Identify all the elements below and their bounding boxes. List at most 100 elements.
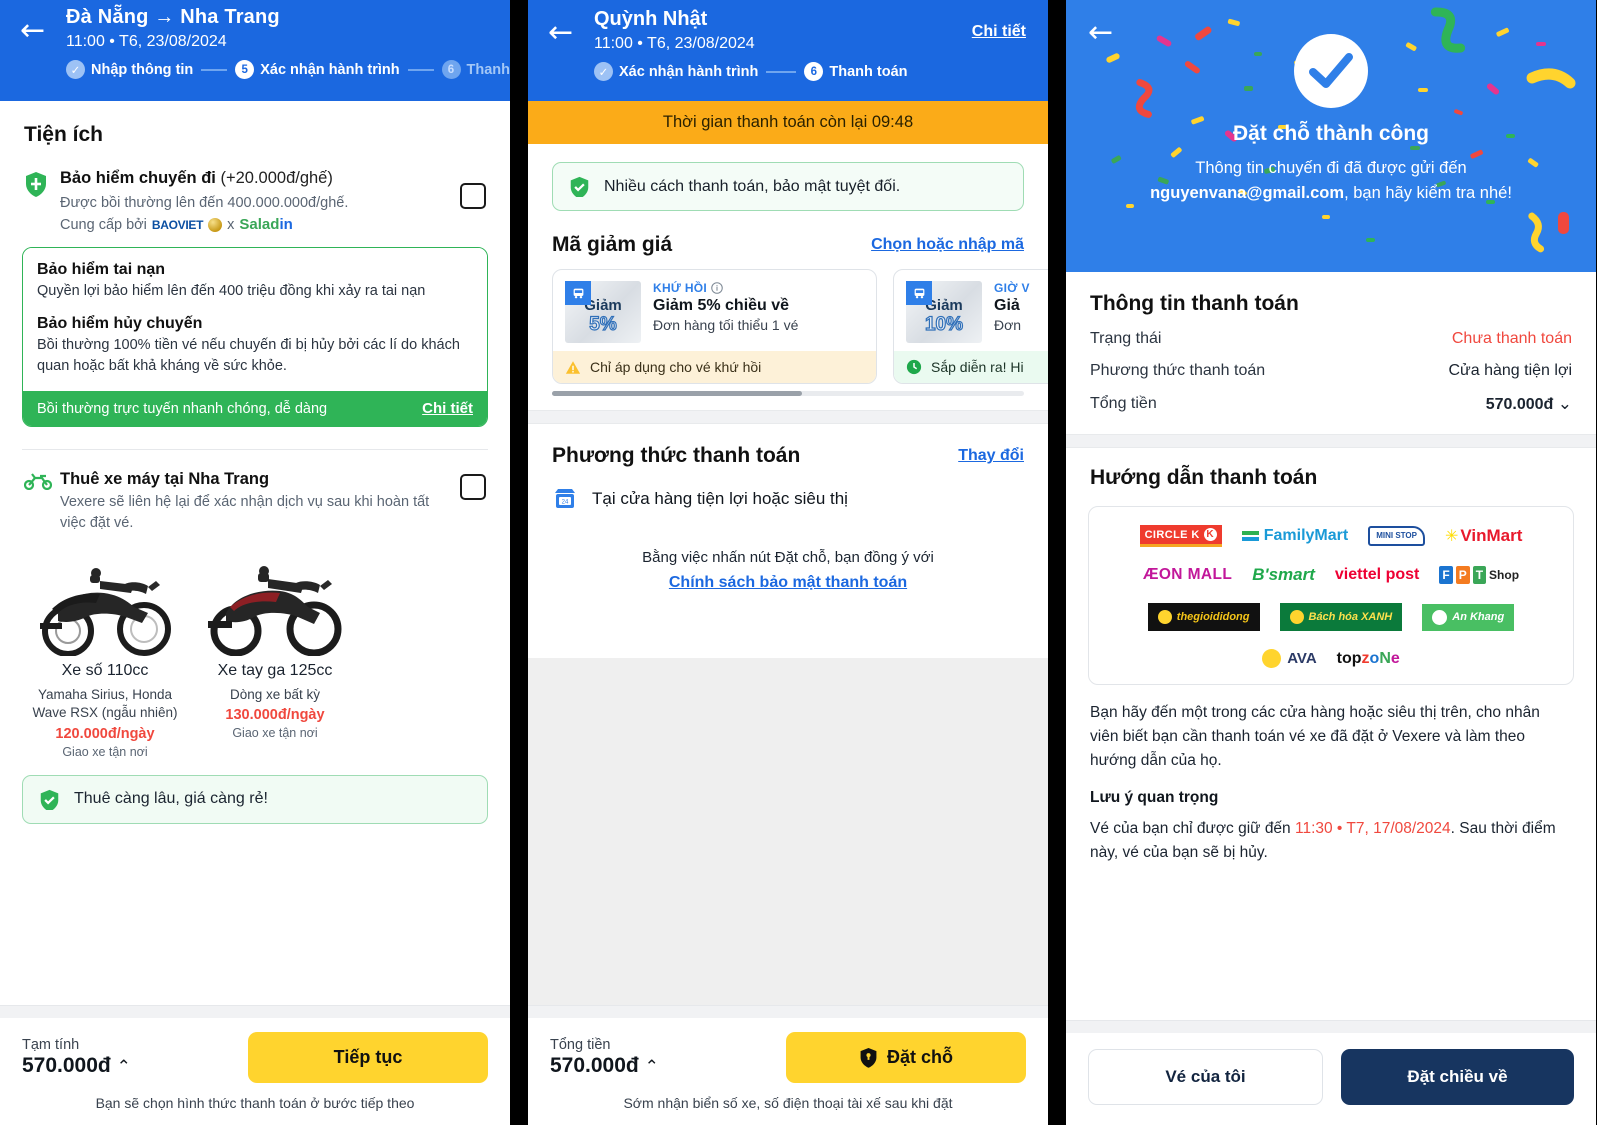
detail-link[interactable]: Chi tiết xyxy=(972,23,1026,41)
panel3-header: ← Đặt chỗ thành công Thông tin chuyến đi… xyxy=(1066,0,1596,272)
privacy-policy-link[interactable]: Chính sách bảo mật thanh toán xyxy=(558,570,1018,596)
voucher-card[interactable]: Giảm 10% GIỜ V Giả Đơn Sắp diễn ra! Hi xyxy=(893,269,1048,384)
panel2-bottom-bar: Tổng tiền 570.000đ ⌃ Đặt chỗ Sớm nhận bi… xyxy=(528,1005,1048,1125)
insurance-benefits-card: Bảo hiểm tai nạn Quyền lợi bảo hiểm lên … xyxy=(22,247,488,428)
book-seat-button[interactable]: Đặt chỗ xyxy=(786,1032,1026,1083)
terms-agreement: Bằng việc nhấn nút Đặt chỗ, bạn đồng ý v… xyxy=(528,546,1048,596)
motorbike-card[interactable]: Xe số 110cc Yamaha Sirius, Honda Wave RS… xyxy=(20,544,190,759)
info-row-total[interactable]: Tổng tiền 570.000đ ⌄ xyxy=(1090,394,1572,414)
chevron-up-icon[interactable]: ⌃ xyxy=(117,1057,131,1077)
section-band xyxy=(528,410,1048,424)
shield-check-icon xyxy=(40,789,59,810)
book-return-button[interactable]: Đặt chiều về xyxy=(1341,1049,1574,1105)
voucher-thumb-percent: 5% xyxy=(589,314,618,335)
step-item-2[interactable]: 6 Thanh toán xyxy=(804,62,908,81)
voucher-desc: Đơn xyxy=(994,317,1022,333)
motorbike-price: 130.000đ/ngày xyxy=(225,707,325,724)
shield-icon xyxy=(860,1048,877,1068)
motorbike-photo xyxy=(190,544,360,657)
insurance-title-line: Bảo hiểm chuyến đi (+20.000đ/ghế) xyxy=(60,169,452,188)
trip-datetime: 11:00 • T6, 23/08/2024 xyxy=(66,33,227,50)
step-label: Nhập thông tin xyxy=(91,61,194,78)
clock-icon xyxy=(906,359,922,375)
step-item-1[interactable]: ✓ Nhập thông tin xyxy=(66,60,193,79)
voucher-tag: GIỜ V xyxy=(994,281,1030,295)
motorbike-name: Xe số 110cc xyxy=(61,662,149,680)
my-tickets-button[interactable]: Vé của tôi xyxy=(1088,1049,1323,1105)
warning-icon xyxy=(565,360,581,374)
important-note-body: Vé của bạn chỉ được giữ đến 11:30 • T7, … xyxy=(1066,817,1596,865)
subtotal-amount: 570.000đ ⌃ xyxy=(22,1054,131,1077)
voucher-scrollbar[interactable] xyxy=(552,391,1024,396)
benefit-2-title: Bảo hiểm hủy chuyến xyxy=(37,315,203,333)
baoviet-globe-icon xyxy=(208,217,223,232)
saladin-logo: Saladin xyxy=(239,216,293,234)
user-email: nguyenvana@gmail.com xyxy=(1150,183,1345,202)
svg-text:24: 24 xyxy=(562,500,569,506)
info-icon xyxy=(711,282,723,294)
voucher-section-header: Mã giảm giá Chọn hoặc nhập mã xyxy=(528,233,1048,257)
voucher-title: Giả xyxy=(994,297,1020,314)
bottom-bar-divider xyxy=(528,1005,1048,1018)
voucher-card[interactable]: Giảm 5% KHỨ HỒI Giảm 5% chiều về Đơn hàn… xyxy=(552,269,877,384)
motorbike-card[interactable]: Xe tay ga 125cc Dòng xe bất kỳ 130.000đ/… xyxy=(190,544,360,758)
insurance-detail-link[interactable]: Chi tiết xyxy=(422,400,473,417)
step-item-2[interactable]: 5 Xác nhận hành trình xyxy=(235,60,400,79)
info-row-status: Trạng thái Chưa thanh toán xyxy=(1090,330,1572,348)
payment-info-title: Thông tin thanh toán xyxy=(1090,292,1299,315)
total-label: Tổng tiền xyxy=(550,1037,611,1053)
benefit-1-desc: Quyền lợi bảo hiểm lên đến 400 triệu đồn… xyxy=(37,283,426,300)
step-item-3[interactable]: 6 Thanh xyxy=(441,60,510,79)
provided-by-label: Cung cấp bởi xyxy=(60,216,147,233)
voucher-scrollbar-thumb[interactable] xyxy=(552,391,802,396)
voucher-thumbnail: Giảm 5% xyxy=(565,281,641,343)
row-value: Cửa hàng tiện lợi xyxy=(1448,362,1573,379)
voucher-title: Giảm 5% chiều về xyxy=(653,297,790,314)
chevron-down-icon[interactable]: ⌄ xyxy=(1558,394,1572,414)
insurance-price: (+20.000đ/ghế) xyxy=(220,169,333,187)
subtotal-block[interactable]: Tạm tính 570.000đ ⌃ xyxy=(22,1037,131,1078)
voucher-carousel[interactable]: Giảm 5% KHỨ HỒI Giảm 5% chiều về Đơn hàn… xyxy=(528,269,1048,384)
back-arrow-icon[interactable]: ← xyxy=(1088,18,1113,48)
payment-countdown: Thời gian thanh toán còn lại 09:48 xyxy=(528,101,1048,144)
success-subtitle: Thông tin chuyến đi đã được gửi đến nguy… xyxy=(1066,156,1596,206)
voucher-desc: Đơn hàng tối thiểu 1 vé xyxy=(653,317,799,333)
change-payment-link[interactable]: Thay đổi xyxy=(958,447,1024,465)
bsmart-logo: B'smart xyxy=(1252,565,1315,584)
bachhoaxanh-logo: Bách hóa XANH xyxy=(1279,603,1403,631)
payment-method-row[interactable]: 24 Tại cửa hàng tiện lợi hoặc siêu thị xyxy=(528,486,1048,512)
step-connector xyxy=(766,70,797,73)
motorbike-delivery-note: Giao xe tận nơi xyxy=(62,744,148,759)
convenience-store-icon: 24 xyxy=(552,486,578,512)
insurance-checkbox[interactable] xyxy=(460,183,486,209)
voucher-footer: Sắp diễn ra! Hi xyxy=(894,351,1048,383)
back-arrow-icon[interactable]: ← xyxy=(548,18,573,48)
shield-icon xyxy=(24,169,54,233)
fptshop-logo: F P T Shop xyxy=(1439,566,1519,584)
benefit-2-desc: Bồi thường 100% tiền vé nếu chuyến đi bị… xyxy=(37,337,460,375)
insurance-option-row[interactable]: Bảo hiểm chuyến đi (+20.000đ/ghế) Được b… xyxy=(0,169,510,233)
motorbike-checkbox[interactable] xyxy=(460,474,486,501)
panel-trip-addons: ← Đà Nẵng → Nha Trang 11:00 • T6, 23/08/… xyxy=(0,0,510,1125)
back-arrow-icon[interactable]: ← xyxy=(20,16,45,46)
row-label: Phương thức thanh toán xyxy=(1090,362,1266,379)
motorbike-option-row[interactable]: Thuê xe máy tại Nha Trang Vexere sẽ liên… xyxy=(0,470,510,534)
choose-voucher-link[interactable]: Chọn hoặc nhập mã xyxy=(871,236,1024,254)
panel1-header: ← Đà Nẵng → Nha Trang 11:00 • T6, 23/08/… xyxy=(0,0,510,101)
panel1-bottom-bar: Tạm tính 570.000đ ⌃ Tiếp tục Bạn sẽ chọn… xyxy=(0,1005,510,1125)
motorbike-title: Thuê xe máy tại Nha Trang xyxy=(60,470,270,489)
panel-payment: ← Quỳnh Nhật 11:00 • T6, 23/08/2024 Chi … xyxy=(528,0,1048,1125)
continue-button[interactable]: Tiếp tục xyxy=(248,1032,488,1083)
promo-banner: Thuê càng lâu, giá càng rẻ! xyxy=(22,774,488,824)
baoviet-logo: BAOVIET xyxy=(151,217,204,232)
check-circle-icon xyxy=(1294,34,1368,108)
chevron-up-icon[interactable]: ⌃ xyxy=(645,1057,659,1077)
step-item-1[interactable]: ✓ Xác nhận hành trình xyxy=(594,62,758,81)
voucher-tag: KHỨ HỒI xyxy=(653,281,798,295)
security-note: Nhiều cách thanh toán, bảo mật tuyệt đối… xyxy=(552,162,1024,211)
total-block[interactable]: Tổng tiền 570.000đ ⌃ xyxy=(550,1037,659,1078)
section-title-utilities: Tiện ích xyxy=(24,123,103,146)
store-logo-row: CIRCLE KK FamilyMart MINI STOP ✳ VinMart xyxy=(1101,525,1561,547)
panel-booking-success: ← Đặt chỗ thành công Thông tin chuyến đi… xyxy=(1066,0,1596,1125)
ava-logo: AVA xyxy=(1262,649,1317,668)
